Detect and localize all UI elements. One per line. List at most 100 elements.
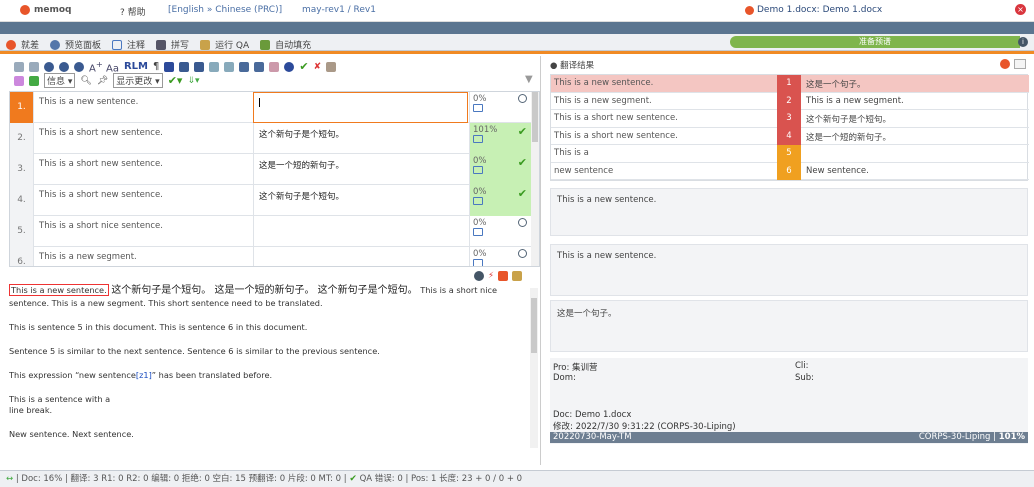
undo-icon[interactable] [14, 61, 24, 72]
segment-target[interactable]: 这个新句子是个短句。 [253, 185, 468, 216]
search-icon[interactable]: 🔍︎ [80, 76, 91, 86]
results-list: This is a new sentence. 1 这是一个句子。 This is a… [550, 74, 1029, 181]
segment-row[interactable]: 5. This is a short nice sentence. 0% [10, 216, 539, 247]
split-icon[interactable] [254, 61, 265, 72]
tag-icon[interactable] [179, 61, 190, 72]
autofill-icon [260, 39, 271, 50]
status-icon [518, 94, 527, 106]
result-row[interactable]: This is a new segment. 2 This is a new seg… [551, 92, 1029, 110]
spell-icon [156, 39, 167, 50]
ribbon-item[interactable]: 注释 [127, 38, 145, 51]
result-row[interactable]: This is a new sentence. 1 这是一个句子。 [551, 75, 1029, 93]
add-icon[interactable] [29, 75, 39, 86]
tag2-icon[interactable] [194, 61, 205, 72]
reject-icon[interactable]: ✘ [314, 62, 322, 72]
ribbon-item[interactable]: 拼写 [171, 38, 189, 51]
result-number: 1 [777, 75, 801, 93]
comment-icon[interactable] [473, 228, 483, 236]
segment-row[interactable]: 2. This is a short new sentence. 这个新句子是个短句… [10, 123, 539, 154]
accent-line [0, 51, 1034, 54]
lightning-icon[interactable]: ⚡︎ [488, 271, 494, 281]
result-number: 5 [777, 145, 801, 163]
settings-icon[interactable] [511, 271, 522, 281]
preview-scrollbar[interactable] [530, 288, 538, 448]
result-target: 这是一个短的新句子。 [806, 132, 892, 143]
results-options-icon[interactable] [1000, 59, 1010, 69]
comment-icon[interactable] [473, 135, 483, 143]
segment-target[interactable]: 这个新句子是个短句。 [253, 123, 468, 154]
info-select[interactable]: 信息 ▾ [44, 73, 76, 88]
comment-flag-icon[interactable] [497, 271, 508, 281]
layout-icon[interactable] [14, 75, 24, 86]
paste-icon[interactable] [224, 61, 235, 72]
result-row[interactable]: new sentence 6 New sentence. [551, 162, 1029, 180]
info-icon[interactable]: i [1018, 37, 1028, 47]
concordance-icon[interactable] [44, 61, 54, 72]
ribbon-item[interactable]: 就差 [21, 38, 39, 51]
source-compare-box: This is a new sentence. [550, 188, 1028, 236]
join-icon[interactable] [269, 61, 280, 72]
pilcrow-icon[interactable]: ¶ [153, 61, 159, 72]
display-changes-select[interactable]: 显示更改 ▾ [113, 73, 163, 88]
help-link[interactable]: ? 帮助 [120, 5, 146, 18]
active-segment-highlight[interactable]: This is a new sentence. [9, 284, 109, 296]
segment-row[interactable]: 6. This is a new segment. 0% [10, 247, 539, 266]
segment-source: This is a new segment. [39, 252, 137, 262]
match-rate: 0% [473, 156, 487, 166]
filter-icon[interactable] [239, 61, 250, 72]
preview-target-text: 这个新句子是个短句。 这是一个短的新句子。 这个新句子是个短句。 [111, 285, 418, 296]
result-source: This is a new sentence. [554, 78, 654, 88]
result-source: This is a [554, 148, 589, 158]
meta-modified: 修改: 2022/7/30 9:31:22 (CORPS-30-Liping) [553, 422, 736, 432]
segment-row[interactable]: 1. This is a new sentence. 0% [10, 92, 539, 123]
project-name[interactable]: may-rev1 / Rev1 [302, 5, 376, 15]
result-source: new sentence [554, 165, 614, 176]
eye-icon[interactable] [474, 271, 484, 281]
segment-target[interactable]: 这是一个短的新句子。 [253, 154, 468, 185]
progress-pill: 准备预谱 [730, 36, 1020, 48]
comment-icon[interactable] [473, 166, 483, 174]
close-tab-icon[interactable]: × [1015, 4, 1026, 15]
document-tab[interactable]: Demo 1.docx: Demo 1.docx [757, 5, 882, 15]
comment-icon[interactable] [473, 259, 483, 266]
ribbon-item[interactable]: 自动填充 [275, 38, 311, 51]
segment-source: This is a short new sentence. [39, 128, 163, 138]
grid-scrollbar[interactable] [531, 92, 539, 266]
ribbon-item[interactable]: 运行 QA [215, 38, 249, 51]
confirm-icon[interactable]: ✔ [299, 60, 308, 73]
segment-target[interactable] [253, 247, 468, 266]
pin-icon[interactable]: 📌︎ [97, 76, 108, 86]
segment-status: 0% [469, 247, 533, 266]
funnel-icon[interactable]: ▼ [525, 74, 533, 85]
segment-status: 101% ✔ [469, 123, 533, 154]
redo-icon[interactable] [29, 61, 39, 72]
results-icon: ● [550, 61, 558, 71]
comment-icon[interactable] [473, 104, 483, 112]
sync-icon[interactable]: ↔ [6, 474, 13, 484]
segment-target[interactable] [253, 92, 468, 123]
copy-icon[interactable] [209, 61, 220, 72]
status-icon [518, 249, 527, 261]
segment-grid: 1. This is a new sentence. 0% 2. This is a s… [9, 91, 540, 267]
result-row[interactable]: This is a 5 [551, 145, 1029, 163]
confirm-all-icon[interactable]: ✔▾ [168, 74, 183, 87]
segment-row[interactable]: 3. This is a short new sentence. 这是一个短的新句子… [10, 154, 539, 185]
segment-target[interactable] [253, 216, 468, 247]
comment-icon[interactable] [473, 197, 483, 205]
lookup2-icon[interactable] [74, 61, 84, 72]
result-row[interactable]: This is a short new sentence. 4 这是一个短的新句子。 [551, 127, 1029, 145]
match-rate: 0% [473, 218, 487, 228]
down-icon[interactable]: ⇓▾ [187, 76, 199, 86]
rlm-button[interactable]: RLM [124, 61, 148, 72]
segment-number: 1. [10, 92, 34, 123]
segment-row[interactable]: 4. This is a short new sentence. 这个新句子是个短句… [10, 185, 539, 216]
result-row[interactable]: This is a short new sentence. 3 这个新句子是个短句。 [551, 110, 1029, 128]
lock-icon[interactable] [326, 61, 337, 72]
quote-icon[interactable] [164, 61, 175, 72]
lookup-icon[interactable] [59, 61, 69, 72]
web-icon[interactable] [284, 61, 295, 72]
status-bar: ↔ | Doc: 16% | 翻译: 3 R1: 0 R2: 0 编辑: 0 拒… [0, 470, 1034, 487]
language-pair[interactable]: [English » Chinese (PRC)] [168, 5, 282, 15]
ribbon-item[interactable]: 预览面板 [65, 38, 101, 51]
results-view-icon[interactable] [1014, 59, 1026, 69]
